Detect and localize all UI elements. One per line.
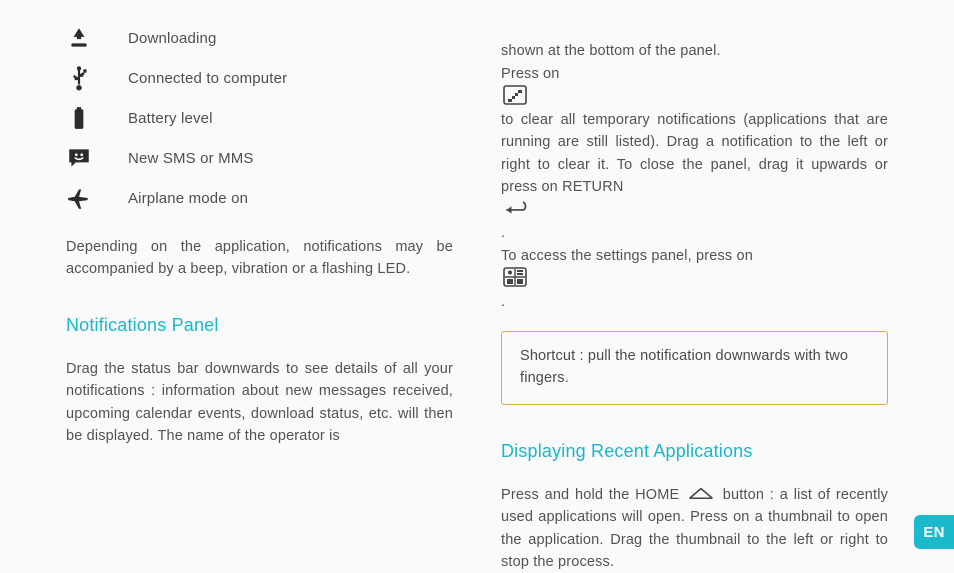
text: . [501, 294, 505, 310]
text: . To access the settings panel, press on [501, 225, 753, 263]
icon-label: New SMS or MMS [128, 150, 254, 167]
clear-stairs-icon [503, 85, 527, 105]
icon-label: Connected to computer [128, 70, 287, 87]
text: Press and hold the HOME [501, 487, 685, 503]
page: Downloading Connected to computer Batter… [0, 0, 954, 565]
return-icon [503, 199, 533, 219]
settings-panel-icon [503, 267, 527, 287]
text: shown at the bottom of the panel. Press … [501, 43, 721, 81]
download-icon [66, 25, 92, 51]
left-column: Downloading Connected to computer Batter… [66, 18, 453, 565]
sms-icon [66, 145, 92, 171]
usb-icon [66, 65, 92, 91]
language-badge: EN [914, 515, 954, 549]
shortcut-tip: Shortcut : pull the notification downwar… [501, 331, 888, 405]
icon-label: Airplane mode on [128, 190, 248, 207]
list-item: Downloading [66, 18, 453, 58]
status-icon-list: Downloading Connected to computer Batter… [66, 18, 453, 218]
recent-apps-heading: Displaying Recent Applications [501, 441, 888, 462]
notifications-panel-body: Drag the status bar downwards to see det… [66, 358, 453, 448]
list-item: Airplane mode on [66, 178, 453, 218]
icon-note: Depending on the application, notificati… [66, 236, 453, 281]
right-paragraph-1: shown at the bottom of the panel. Press … [501, 18, 888, 313]
icon-label: Battery level [128, 110, 213, 127]
list-item: New SMS or MMS [66, 138, 453, 178]
text: to clear all temporary notifications (ap… [501, 112, 888, 195]
airplane-icon [66, 185, 92, 211]
recent-apps-body: Press and hold the HOME button : a list … [501, 484, 888, 573]
battery-icon [66, 105, 92, 131]
notifications-panel-heading: Notifications Panel [66, 315, 453, 336]
list-item: Connected to computer [66, 58, 453, 98]
home-icon [687, 485, 715, 501]
icon-label: Downloading [128, 30, 217, 47]
right-column: shown at the bottom of the panel. Press … [501, 18, 888, 565]
list-item: Battery level [66, 98, 453, 138]
